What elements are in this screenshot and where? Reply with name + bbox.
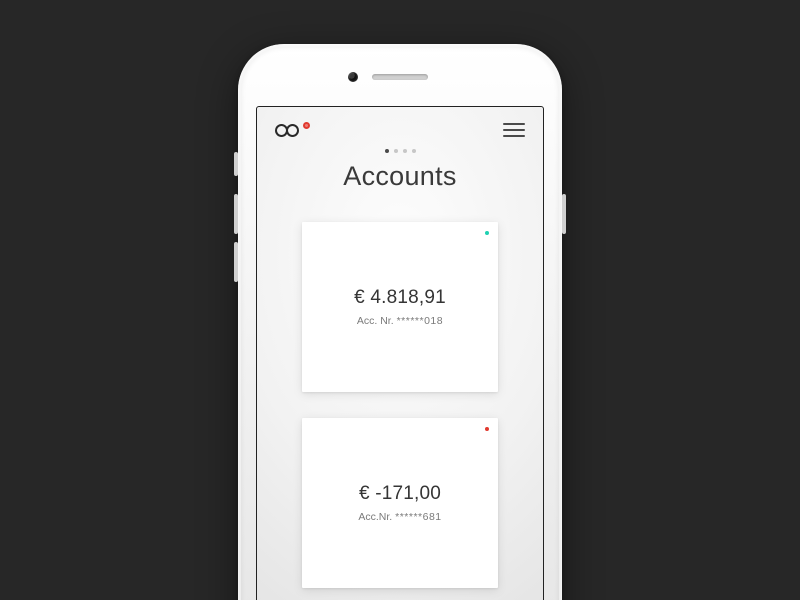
power-button[interactable] bbox=[562, 194, 566, 234]
account-balance: € 4.818,91 bbox=[354, 287, 446, 309]
status-dot-icon bbox=[485, 231, 489, 235]
screen: Accounts € 4.818,91 Acc. Nr. ******018 €… bbox=[256, 106, 544, 600]
page-dot[interactable] bbox=[394, 149, 398, 153]
account-card[interactable]: € 4.818,91 Acc. Nr. ******018 bbox=[302, 222, 498, 392]
account-card-list: € 4.818,91 Acc. Nr. ******018 € -171,00 … bbox=[257, 222, 543, 588]
account-number: Acc. Nr. ******018 bbox=[357, 315, 443, 327]
front-camera bbox=[348, 72, 358, 82]
account-number-masked: ******681 bbox=[395, 511, 442, 523]
account-balance: € -171,00 bbox=[359, 483, 441, 505]
phone-frame: Accounts € 4.818,91 Acc. Nr. ******018 €… bbox=[238, 44, 562, 600]
app-header bbox=[257, 107, 543, 147]
volume-down-button[interactable] bbox=[234, 242, 238, 282]
account-number-label: Acc. Nr. bbox=[357, 315, 394, 327]
page-dot[interactable] bbox=[403, 149, 407, 153]
status-dot-icon bbox=[485, 427, 489, 431]
account-number-label: Acc.Nr. bbox=[358, 511, 392, 523]
account-number: Acc.Nr. ******681 bbox=[358, 511, 441, 523]
page-dot[interactable] bbox=[385, 149, 389, 153]
account-number-masked: ******018 bbox=[397, 315, 444, 327]
page-title: Accounts bbox=[257, 161, 543, 192]
page-dot[interactable] bbox=[412, 149, 416, 153]
logo-ring-right-icon bbox=[286, 124, 299, 137]
account-card[interactable]: € -171,00 Acc.Nr. ******681 bbox=[302, 418, 498, 588]
menu-button[interactable] bbox=[503, 123, 525, 137]
app-logo[interactable] bbox=[275, 124, 310, 137]
hamburger-icon bbox=[503, 123, 525, 125]
earpiece-speaker bbox=[372, 74, 428, 80]
page-indicator[interactable] bbox=[257, 149, 543, 153]
mute-switch[interactable] bbox=[234, 152, 238, 176]
logo-badge-icon bbox=[303, 122, 310, 129]
volume-up-button[interactable] bbox=[234, 194, 238, 234]
